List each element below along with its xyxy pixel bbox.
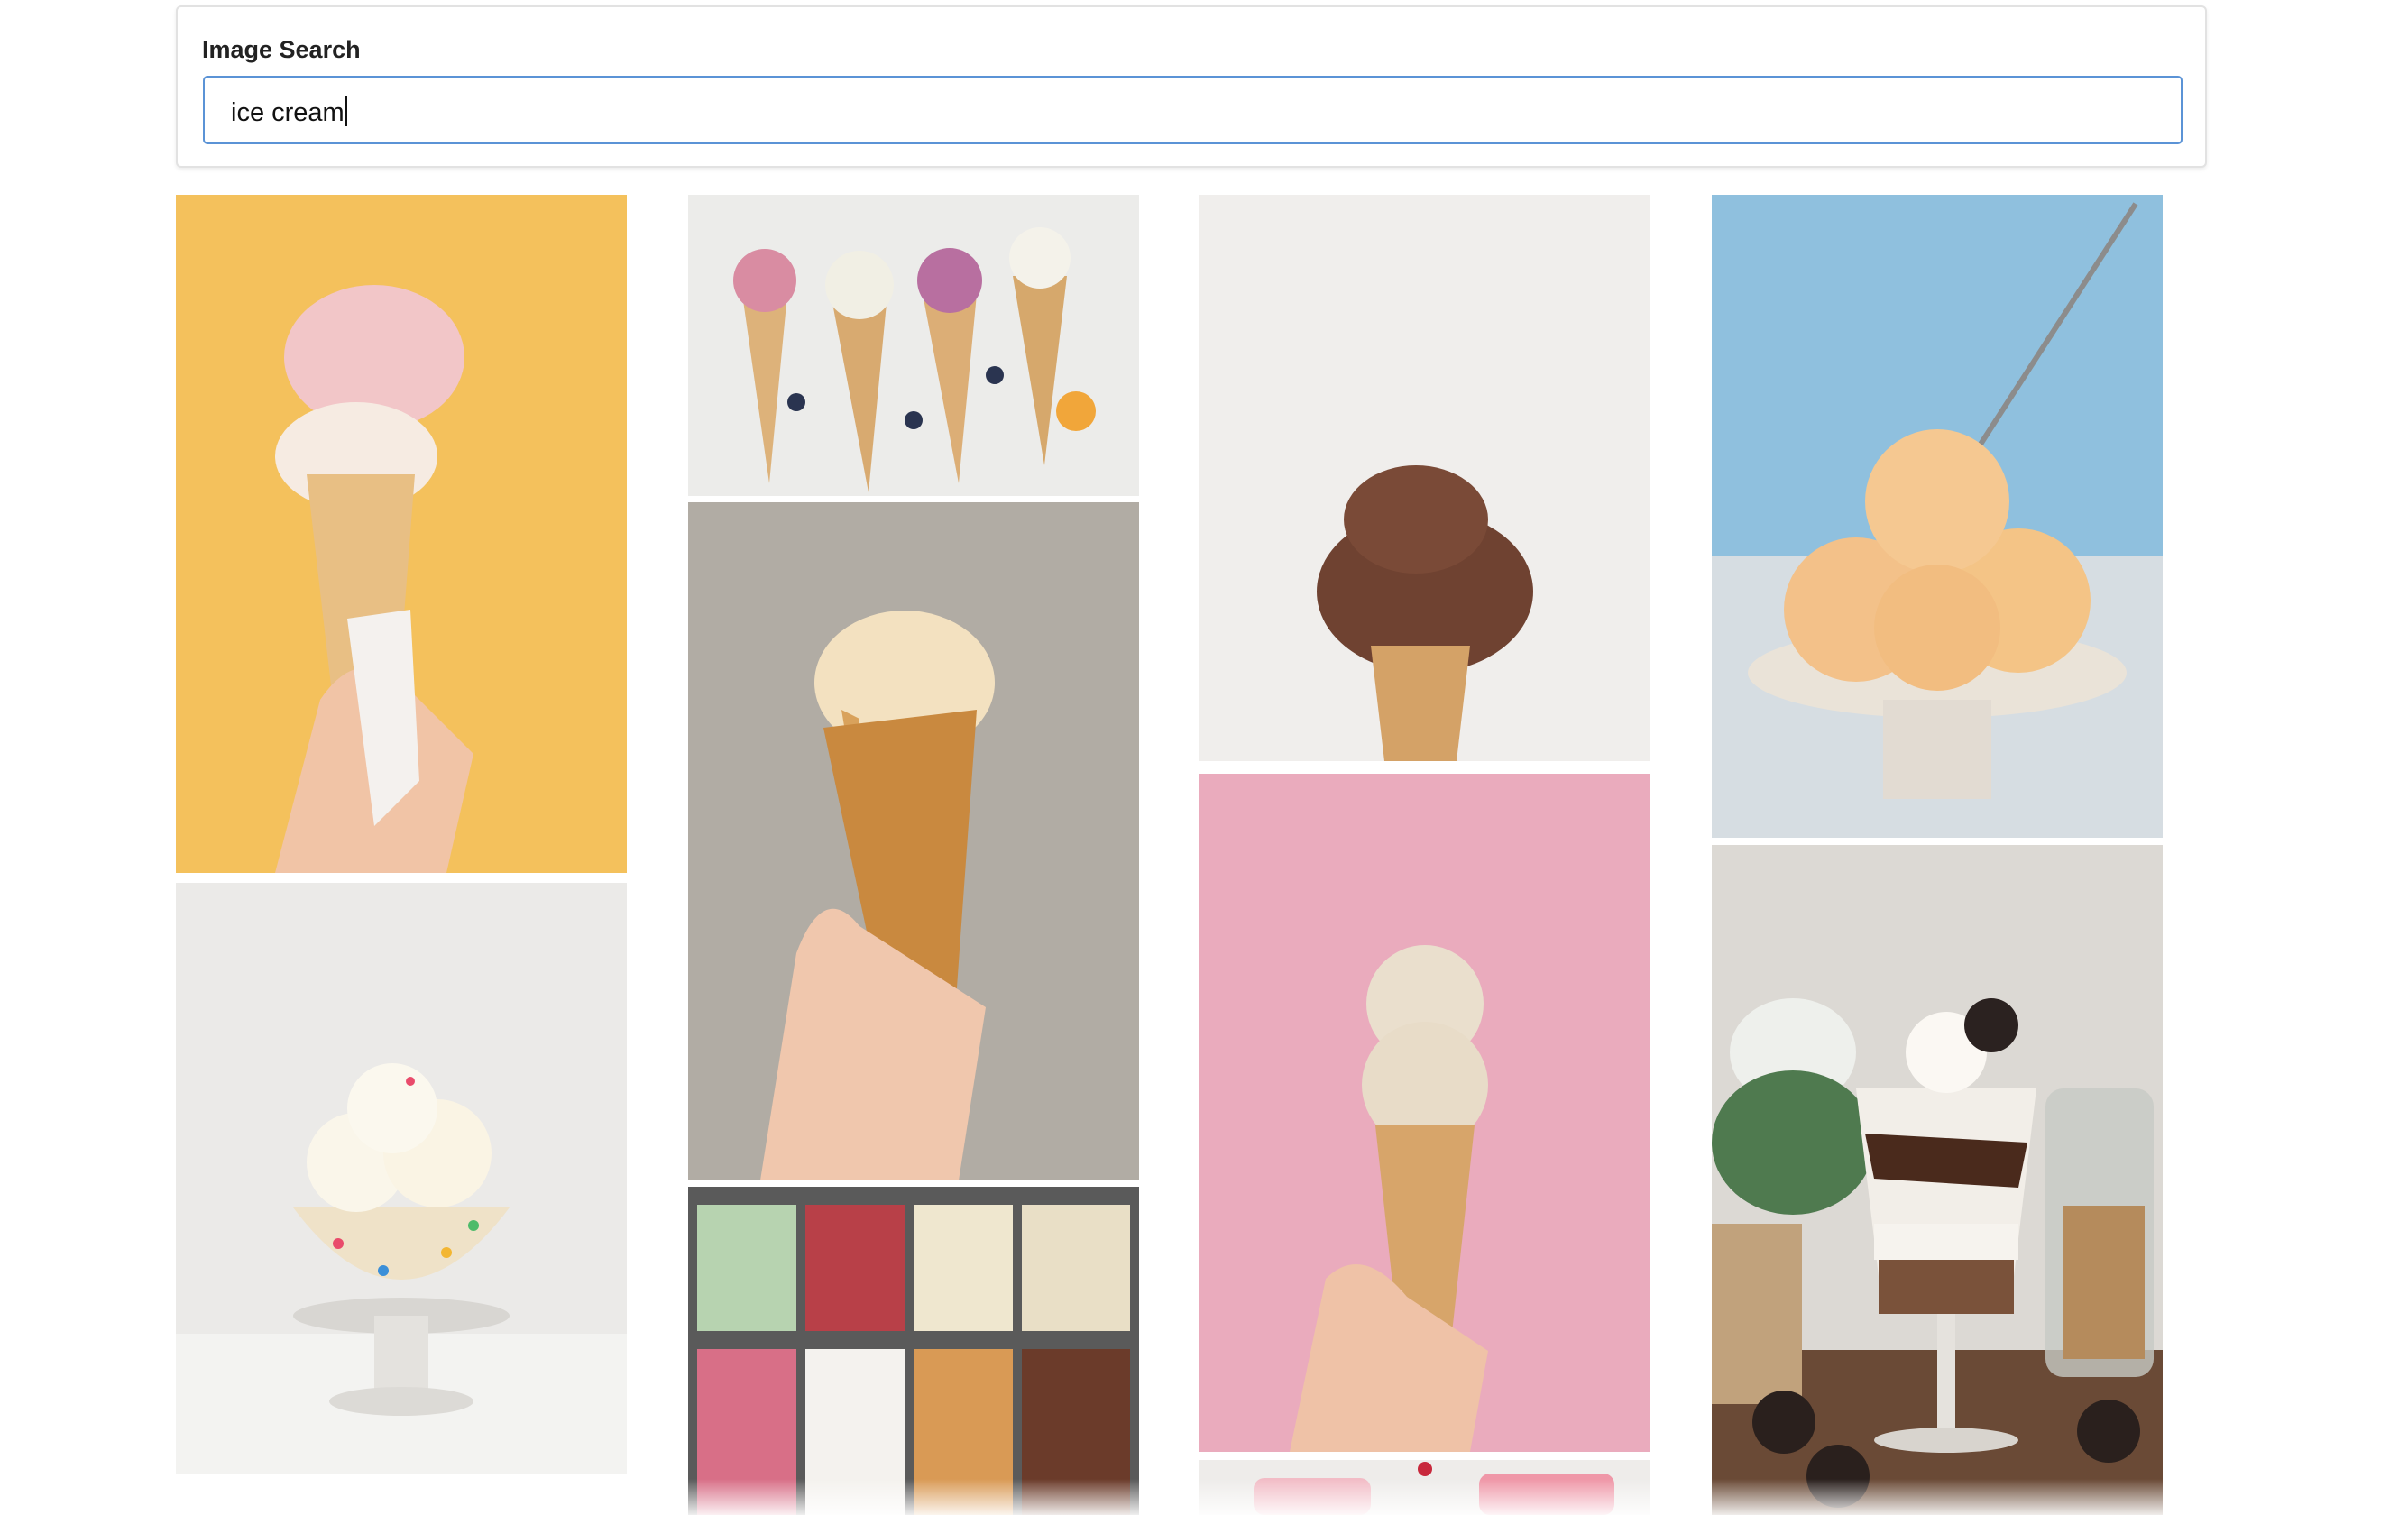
image-search-label: Image Search <box>202 36 361 63</box>
result-image-pink-scoop-cone-hand[interactable] <box>176 195 627 873</box>
search-input-value: ice cream <box>231 98 345 127</box>
result-image-oreo-chocolate-parfait[interactable] <box>1712 845 2163 1515</box>
result-image-blueberry-flower-cones[interactable] <box>688 195 1139 496</box>
result-image-popsicles-on-marble[interactable] <box>1199 1460 1650 1515</box>
text-caret <box>345 96 347 126</box>
cones-flatlay-image <box>688 195 1139 496</box>
peach-scoops-image <box>1712 195 2163 838</box>
pink-background-cone-image <box>1199 774 1650 1452</box>
result-image-sprinkle-bowl-vanilla-scoops[interactable] <box>176 883 627 1474</box>
ice-cream-cone-image <box>176 195 627 873</box>
sprinkle-bowl-image <box>176 883 627 1474</box>
gelato-case-image <box>688 1187 1139 1515</box>
chocolate-cone-image <box>1199 195 1650 761</box>
melting-cone-image <box>688 502 1139 1180</box>
result-image-gelato-display-case[interactable] <box>688 1187 1139 1515</box>
image-search-panel: Image Search ice cream <box>176 5 2207 168</box>
result-image-melting-caramel-cone-hand[interactable] <box>688 502 1139 1180</box>
oreo-parfait-image <box>1712 845 2163 1515</box>
result-image-peach-scoops-on-stand-spoon[interactable] <box>1712 195 2163 838</box>
search-input[interactable]: ice cream <box>203 76 2183 144</box>
result-image-chocolate-scoop-cone[interactable] <box>1199 195 1650 761</box>
result-image-vanilla-double-scoop-pink-background[interactable] <box>1199 774 1650 1452</box>
